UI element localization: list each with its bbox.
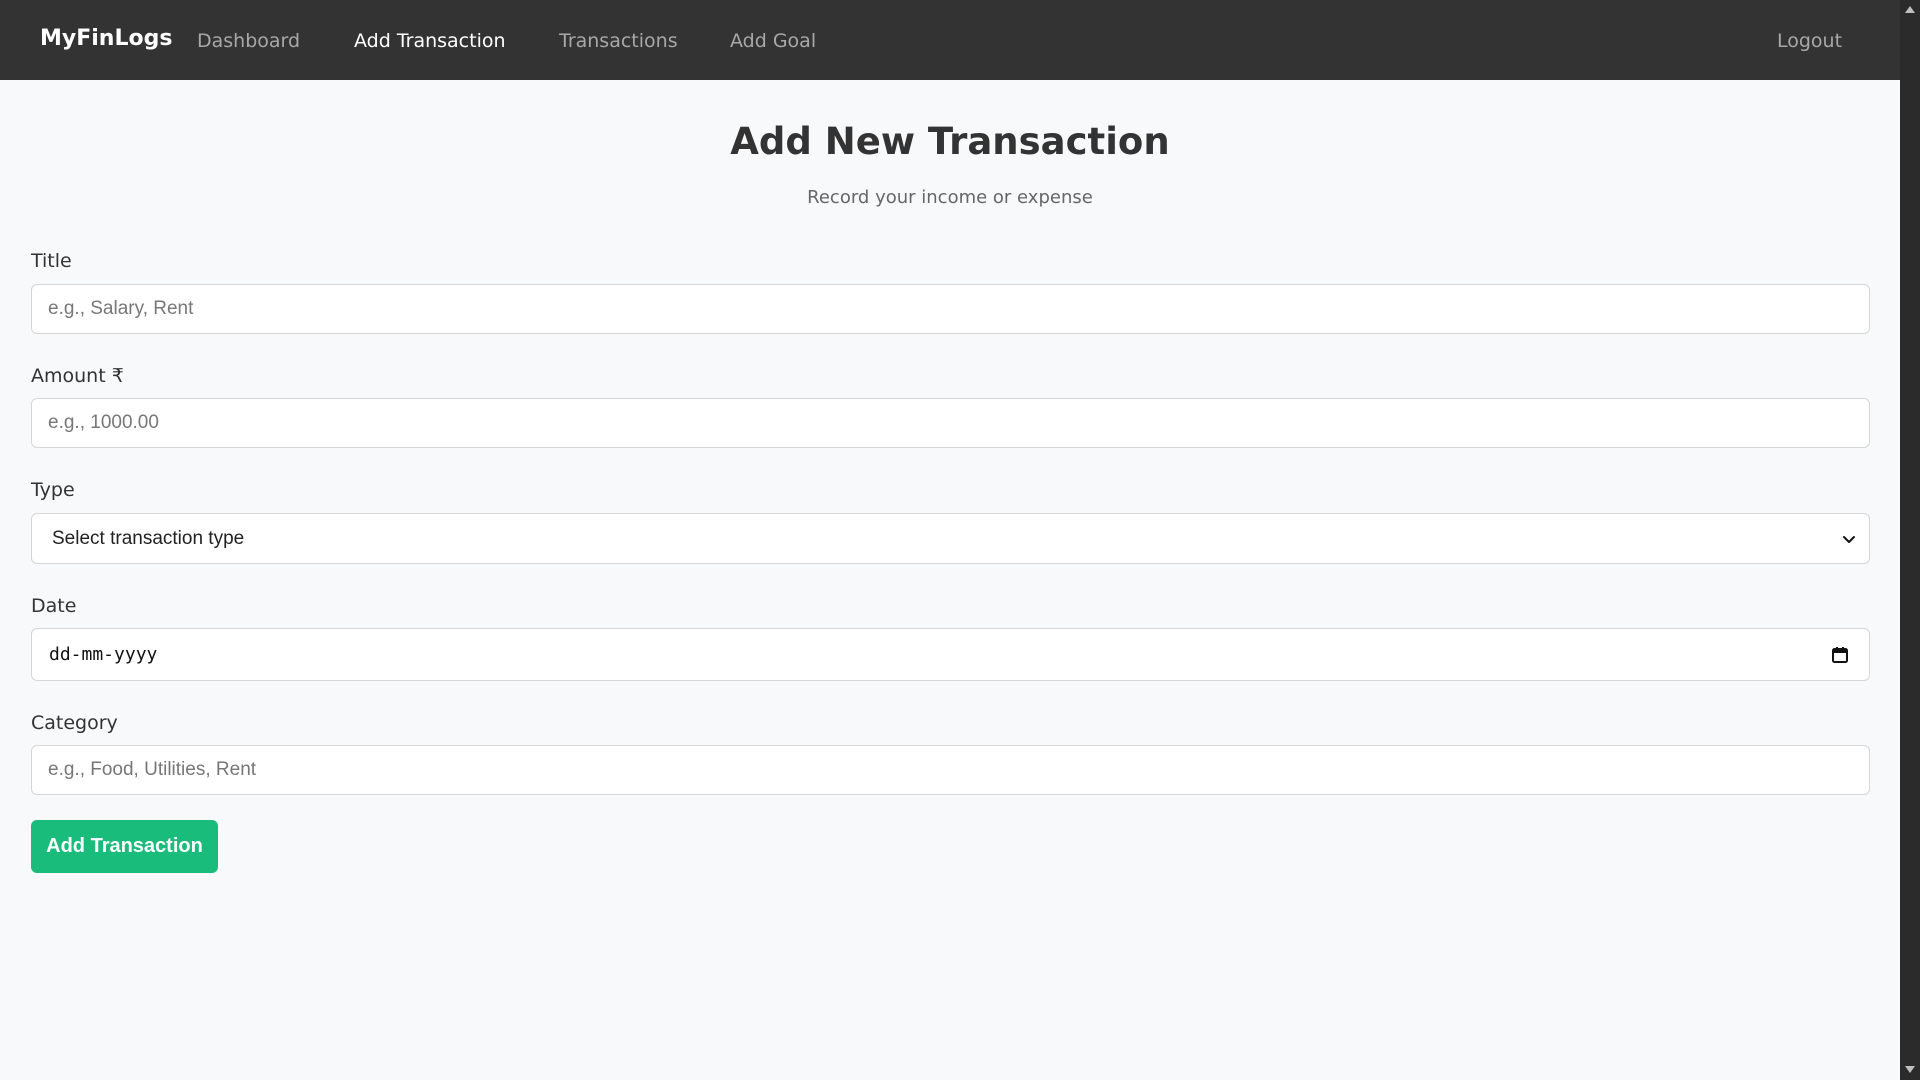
nav-link-dashboard[interactable]: Dashboard (197, 28, 300, 54)
top-navbar: MyFinLogs Dashboard Add Transaction Tran… (0, 0, 1900, 80)
vertical-scrollbar[interactable] (1900, 0, 1920, 1080)
date-input[interactable]: dd-mm-yyyy (31, 628, 1870, 681)
brand-logo[interactable]: MyFinLogs (40, 24, 172, 54)
category-input[interactable] (31, 745, 1870, 795)
nav-link-add-goal[interactable]: Add Goal (730, 28, 816, 54)
type-label: Type (31, 479, 75, 501)
nav-link-add-transaction[interactable]: Add Transaction (354, 28, 506, 54)
triangle-up-icon[interactable] (1903, 3, 1917, 15)
logout-link[interactable]: Logout (1777, 28, 1842, 54)
amount-input[interactable] (31, 398, 1870, 448)
chevron-down-icon (1843, 536, 1855, 543)
nav-link-transactions[interactable]: Transactions (559, 28, 678, 54)
title-label: Title (31, 250, 72, 272)
date-input-placeholder: dd-mm-yyyy (49, 644, 158, 665)
category-label: Category (31, 712, 118, 734)
type-select-value: Select transaction type (52, 527, 245, 549)
app-window: MyFinLogs Dashboard Add Transaction Tran… (0, 0, 1900, 1080)
amount-label: Amount ₹ (31, 365, 124, 387)
page-subtitle: Record your income or expense (807, 187, 1093, 208)
add-transaction-button[interactable]: Add Transaction (31, 820, 218, 873)
date-label: Date (31, 595, 77, 617)
calendar-icon[interactable] (1831, 646, 1849, 664)
page-title: Add New Transaction (730, 120, 1170, 163)
type-select[interactable]: Select transaction type (31, 513, 1870, 564)
title-input[interactable] (31, 284, 1870, 334)
triangle-down-icon[interactable] (1903, 1064, 1917, 1076)
